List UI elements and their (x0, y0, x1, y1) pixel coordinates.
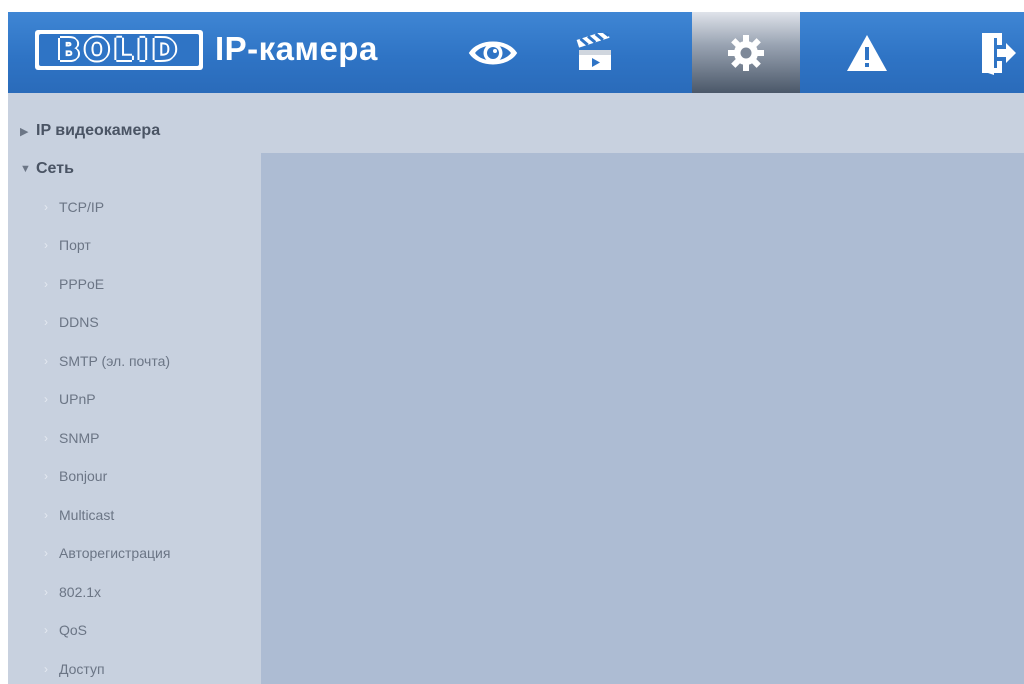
menu-item-port[interactable]: › Порт (44, 234, 91, 256)
triangle-right-icon: ▶ (20, 125, 29, 138)
menu-item-multicast[interactable]: › Multicast (44, 504, 114, 526)
chevron-right-icon: › (44, 238, 48, 252)
menu-item-label: SMTP (эл. почта) (59, 353, 171, 369)
menu-item-access[interactable]: › Доступ (44, 658, 105, 680)
gear-icon (728, 34, 764, 71)
nav-settings-button[interactable] (692, 12, 800, 93)
menu-item-label: Multicast (59, 507, 115, 523)
menu-item-tcpip[interactable]: › TCP/IP (44, 196, 104, 218)
menu-item-label: QoS (59, 622, 88, 638)
menu-item-pppoe[interactable]: › PPPoE (44, 273, 104, 295)
chevron-right-icon: › (44, 508, 48, 522)
menu-item-label: DDNS (59, 314, 99, 330)
chevron-right-icon: › (44, 354, 48, 368)
chevron-right-icon: › (44, 277, 48, 291)
menu-item-label: Bonjour (59, 468, 108, 484)
chevron-right-icon: › (44, 546, 48, 560)
bolid-logo: BOLID (35, 29, 203, 71)
menu-item-label: 802.1x (59, 584, 102, 600)
menu-item-8021x[interactable]: › 802.1x (44, 581, 101, 603)
chevron-right-icon: › (44, 315, 48, 329)
eye-icon (468, 41, 517, 64)
chevron-right-icon: › (44, 431, 48, 445)
settings-sidebar: ▶ IP видеокамера ▼ Сеть › TCP/IP › Порт › P… (8, 93, 261, 684)
menu-item-bonjour[interactable]: › Bonjour (44, 465, 107, 487)
menu-item-label: Доступ (59, 661, 105, 677)
menu-item-label: UPnP (59, 391, 96, 407)
nav-alarm-button[interactable] (815, 12, 918, 93)
logout-icon (981, 32, 1016, 75)
menu-item-label: SNMP (59, 430, 100, 446)
nav-playback-button[interactable] (543, 12, 646, 93)
menu-item-snmp[interactable]: › SNMP (44, 427, 99, 449)
chevron-right-icon: › (44, 392, 48, 406)
menu-item-label: PPPoE (59, 276, 105, 292)
menu-item-label: Авторегистрация (59, 545, 171, 561)
nav-logout-button[interactable] (946, 12, 1024, 93)
menu-item-ddns[interactable]: › DDNS (44, 311, 99, 333)
logo-text: BOLID (57, 32, 181, 68)
menu-group-ip-camera[interactable]: ▶ IP видеокамера (20, 119, 160, 143)
menu-item-autoregistration[interactable]: › Авторегистрация (44, 542, 170, 564)
menu-group-label: IP видеокамера (36, 122, 161, 139)
warning-icon (846, 34, 887, 71)
menu-item-smtp[interactable]: › SMTP (эл. почта) (44, 350, 170, 372)
top-bar: BOLID IP-камера (8, 12, 1024, 93)
chevron-right-icon: › (44, 623, 48, 637)
chevron-right-icon: › (44, 585, 48, 599)
menu-group-network[interactable]: ▼ Сеть (20, 157, 74, 181)
app-window: BOLID IP-камера ▶ IP видеокамера ▼ Сеть … (8, 12, 1024, 684)
content-header (261, 93, 1024, 153)
chevron-right-icon: › (44, 662, 48, 676)
app-title: IP-камера (215, 30, 378, 67)
content-area (261, 153, 1024, 684)
chevron-right-icon: › (44, 200, 48, 214)
menu-item-label: Порт (59, 237, 91, 253)
clapperboard-icon (576, 32, 611, 70)
chevron-right-icon: › (44, 469, 48, 483)
nav-live-button[interactable] (441, 12, 544, 93)
triangle-down-icon: ▼ (20, 163, 31, 175)
menu-item-label: TCP/IP (59, 199, 105, 215)
menu-item-qos[interactable]: › QoS (44, 619, 87, 641)
menu-group-label: Сеть (36, 160, 74, 177)
menu-item-upnp[interactable]: › UPnP (44, 388, 96, 410)
